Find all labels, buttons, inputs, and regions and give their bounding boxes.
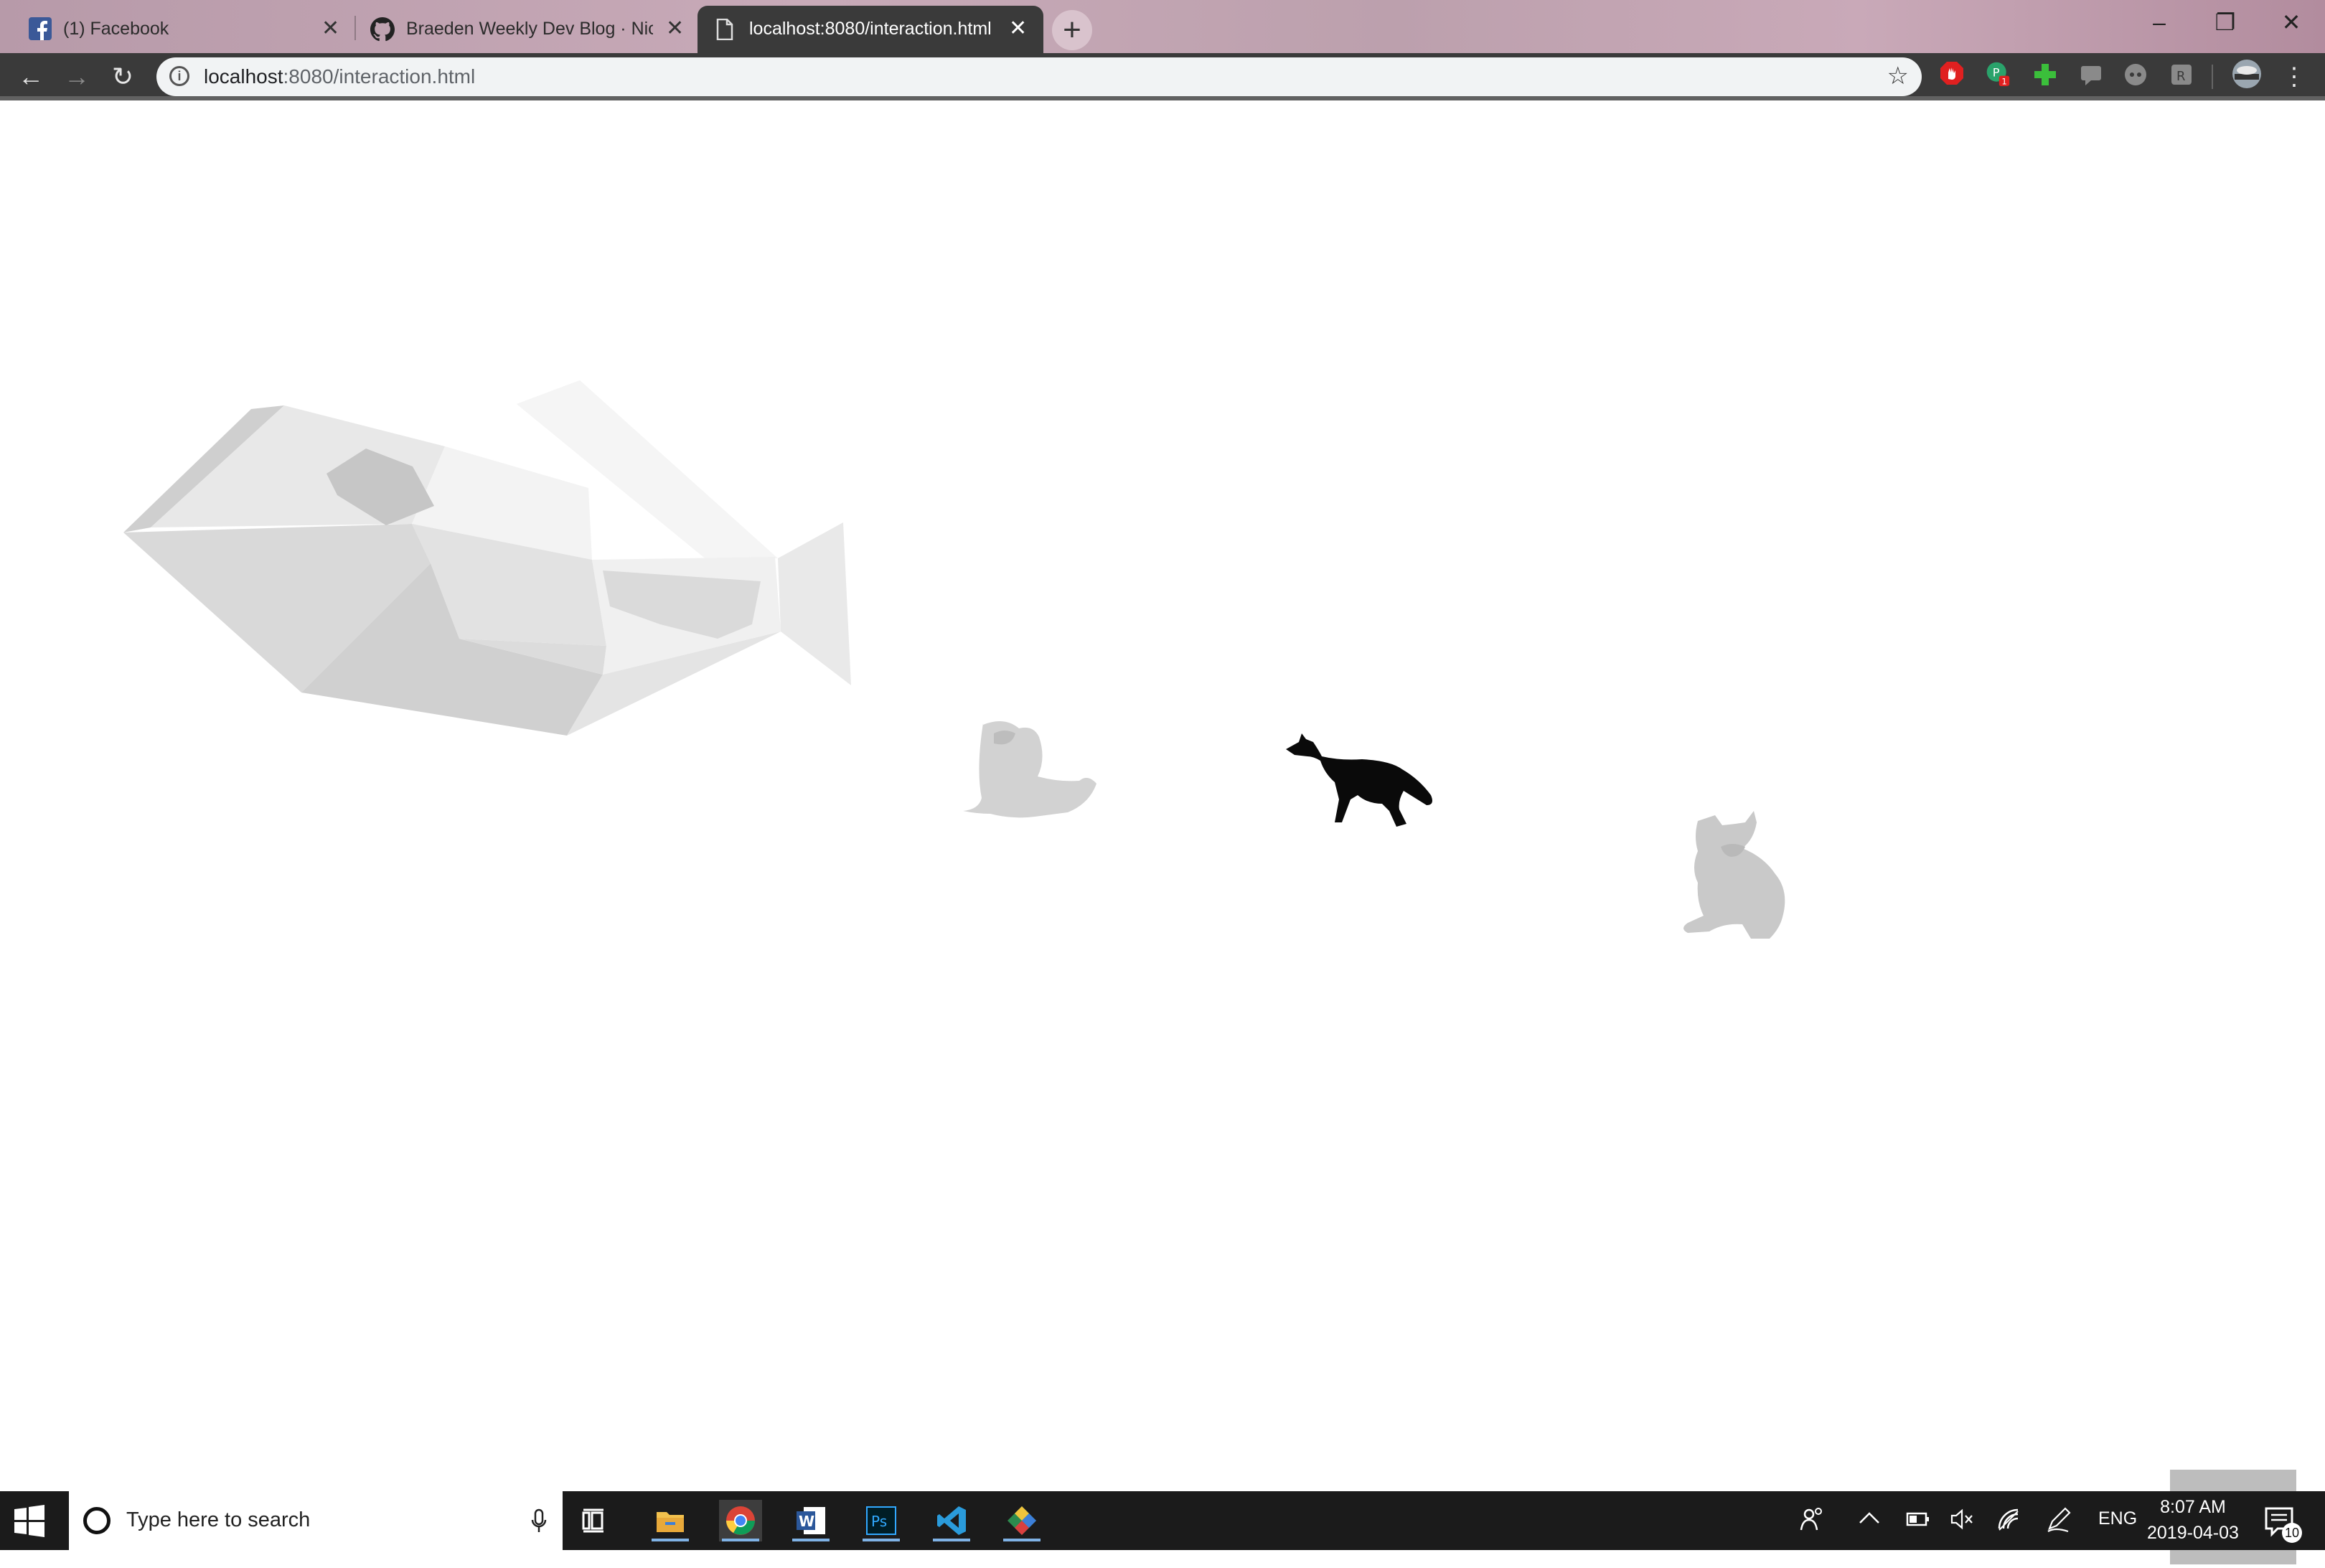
- running-indicator: [1003, 1539, 1041, 1541]
- git-icon: [1008, 1506, 1036, 1535]
- clock-date[interactable]: 2019-04-03: [2147, 1523, 2239, 1544]
- running-indicator: [792, 1539, 830, 1541]
- photoshop-button[interactable]: Ps: [860, 1500, 903, 1541]
- reload-icon: ↻: [111, 62, 134, 91]
- notification-count-badge: 10: [2282, 1523, 2302, 1543]
- tab-facebook[interactable]: (1) Facebook ✕: [0, 6, 352, 53]
- site-info-icon[interactable]: i: [169, 66, 189, 86]
- restore-button[interactable]: ❐: [2193, 4, 2258, 40]
- browser-menu-button[interactable]: ⋮: [2278, 60, 2311, 93]
- plus-icon: +: [1063, 12, 1081, 47]
- tab-close-button[interactable]: ✕: [321, 16, 339, 41]
- restore-icon: ❐: [2214, 9, 2236, 35]
- running-indicator: [933, 1539, 970, 1541]
- url-host: localhost: [204, 65, 283, 88]
- task-view-icon: [582, 1508, 603, 1533]
- new-tab-button[interactable]: +: [1052, 10, 1092, 50]
- taskbar-search-input[interactable]: Type here to search: [69, 1491, 563, 1550]
- task-view-button[interactable]: [574, 1500, 617, 1541]
- chrome-icon: [726, 1506, 755, 1535]
- forward-arrow-icon: →: [64, 62, 90, 91]
- tab-github[interactable]: Braeden Weekly Dev Blog · Nicol ✕: [357, 6, 695, 53]
- pen-icon[interactable]: [2045, 1506, 2071, 1533]
- back-button[interactable]: ←: [14, 60, 47, 93]
- git-button[interactable]: [1000, 1500, 1043, 1541]
- toolbar-divider: [2212, 65, 2213, 89]
- clock-time[interactable]: 8:07 AM: [2157, 1497, 2229, 1518]
- black-wolf-model[interactable]: [1286, 733, 1432, 827]
- word-button[interactable]: W: [789, 1500, 832, 1541]
- input-language-indicator[interactable]: ENG: [2098, 1508, 2137, 1529]
- search-placeholder: Type here to search: [126, 1508, 311, 1531]
- windows-start-icon[interactable]: [13, 1504, 46, 1537]
- plus-extension-icon[interactable]: [2032, 62, 2058, 88]
- forward-button[interactable]: →: [60, 60, 93, 93]
- vscode-button[interactable]: [930, 1500, 973, 1541]
- close-icon: ✕: [2281, 9, 2301, 35]
- windows-taskbar: Type here to search W Ps ENG 8:07 AM 201…: [0, 1491, 2325, 1550]
- low-poly-fish-model[interactable]: [123, 380, 851, 736]
- reader-icon[interactable]: R: [2169, 62, 2194, 88]
- sitting-corgi-model[interactable]: [1683, 811, 1785, 939]
- svg-text:W: W: [799, 1513, 814, 1530]
- volume-muted-icon[interactable]: [1950, 1508, 1975, 1530]
- sitting-animal-model[interactable]: [963, 721, 1096, 818]
- browser-tab-strip: (1) Facebook ✕ Braeden Weekly Dev Blog ·…: [0, 0, 2325, 53]
- page-icon: [716, 19, 733, 40]
- cortana-icon: [83, 1507, 111, 1534]
- svg-text:P: P: [1993, 66, 2000, 80]
- tab-title: (1) Facebook: [63, 19, 169, 39]
- tab-localhost[interactable]: localhost:8080/interaction.html ✕: [698, 6, 1043, 53]
- grammarly-icon[interactable]: P 1: [1985, 60, 2011, 86]
- minimize-button[interactable]: –: [2127, 4, 2192, 40]
- chevron-up-icon[interactable]: [1859, 1511, 1880, 1524]
- reload-button[interactable]: ↻: [106, 60, 139, 93]
- profile-avatar[interactable]: [2232, 59, 2262, 89]
- svg-text:R: R: [2176, 69, 2186, 84]
- url-text[interactable]: localhost:8080/interaction.html: [204, 65, 475, 88]
- minimize-icon: –: [2153, 9, 2166, 35]
- tab-close-button[interactable]: ✕: [666, 16, 684, 41]
- tab-title: Braeden Weekly Dev Blog · Nicol: [406, 19, 653, 39]
- github-icon: [370, 17, 395, 42]
- word-icon: W: [797, 1507, 825, 1534]
- tab-close-button[interactable]: ✕: [1009, 16, 1027, 41]
- running-indicator: [652, 1539, 689, 1541]
- close-window-button[interactable]: ✕: [2259, 4, 2324, 40]
- tab-separator: [354, 16, 356, 40]
- chat-extension-icon[interactable]: [2078, 62, 2104, 88]
- adblock-icon[interactable]: [1939, 60, 1965, 86]
- chrome-taskbar-button[interactable]: [719, 1500, 762, 1541]
- file-explorer-button[interactable]: [649, 1500, 692, 1541]
- tab-title: localhost:8080/interaction.html: [749, 19, 992, 39]
- address-bar[interactable]: i localhost:8080/interaction.html ☆: [156, 57, 1922, 96]
- photoshop-icon: Ps: [866, 1506, 896, 1535]
- svg-text:Ps: Ps: [871, 1513, 887, 1530]
- scene-render: [123, 380, 1785, 939]
- kebab-menu-icon: ⋮: [2282, 63, 2306, 90]
- file-explorer-icon: [657, 1512, 684, 1532]
- wifi-icon[interactable]: [1996, 1507, 2021, 1531]
- running-indicator: [863, 1539, 900, 1541]
- svg-text:1: 1: [2001, 76, 2006, 86]
- back-arrow-icon: ←: [18, 62, 44, 91]
- browser-toolbar: ← → ↻ i localhost:8080/interaction.html …: [0, 53, 2325, 100]
- facebook-icon: [29, 17, 52, 40]
- discord-icon[interactable]: [2123, 62, 2148, 88]
- battery-icon[interactable]: [1906, 1511, 1930, 1527]
- microphone-icon[interactable]: [531, 1508, 547, 1534]
- running-indicator: [722, 1539, 759, 1541]
- people-icon[interactable]: [1800, 1506, 1824, 1533]
- webgl-scene-canvas[interactable]: [0, 100, 2325, 1564]
- vscode-icon: [937, 1506, 966, 1535]
- bookmark-star-icon[interactable]: ☆: [1887, 62, 1909, 90]
- url-path: :8080/interaction.html: [283, 65, 476, 88]
